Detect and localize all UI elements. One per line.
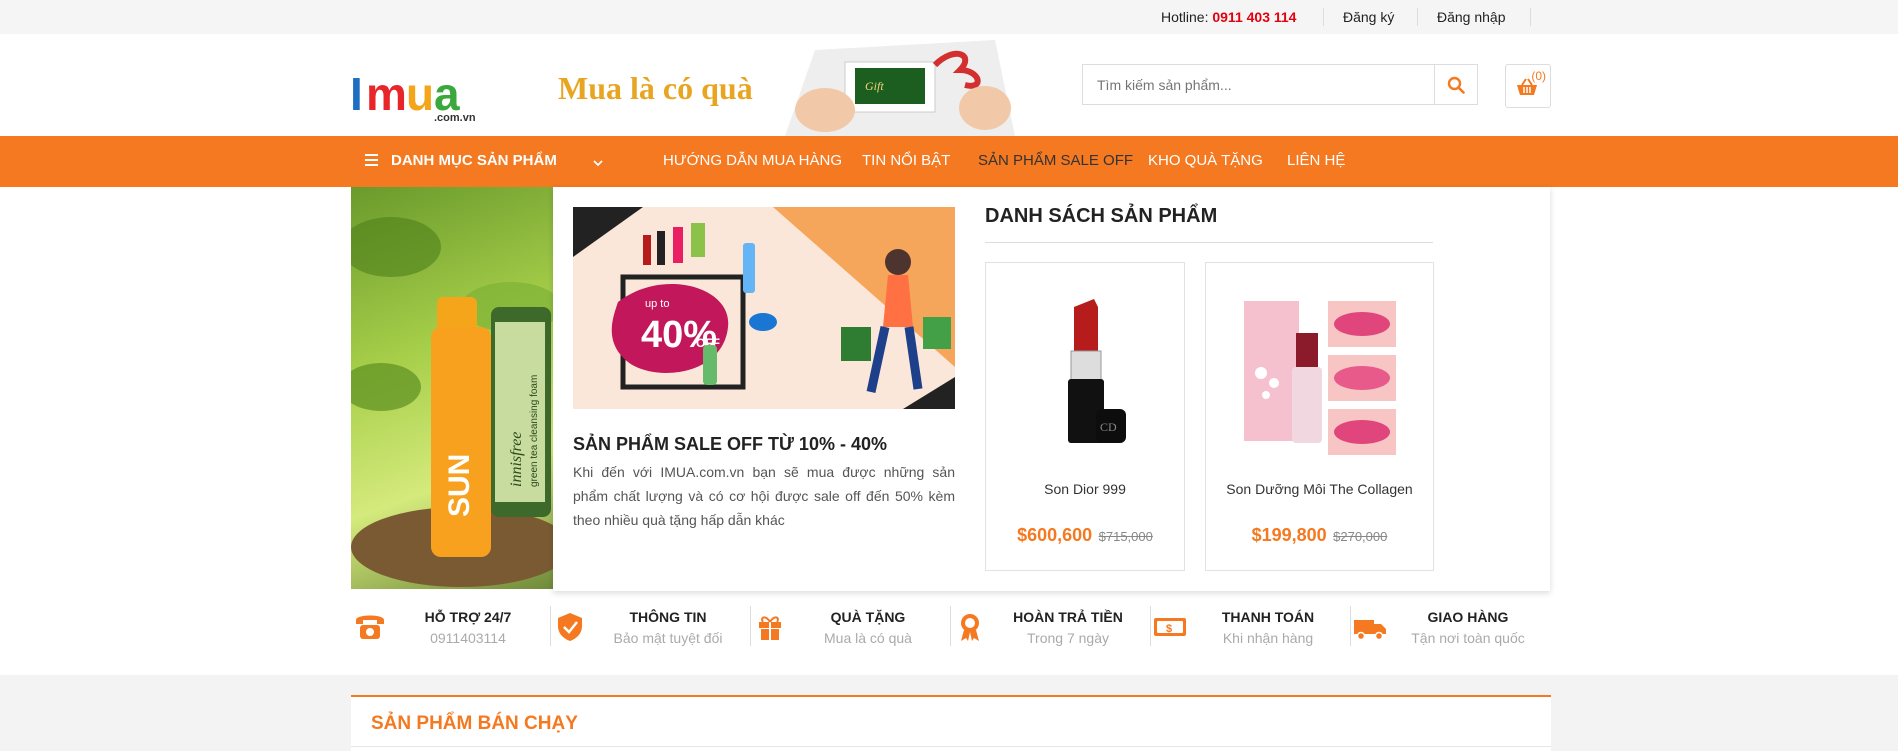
divider bbox=[351, 746, 1551, 747]
promo-title[interactable]: SẢN PHẨM SALE OFF TỪ 10% - 40% bbox=[573, 434, 887, 455]
svg-text:CD: CD bbox=[1100, 420, 1117, 434]
sale-banner[interactable]: up to 40% OFF bbox=[573, 207, 955, 409]
nav-link-news[interactable]: TIN NỔI BẬT bbox=[862, 152, 950, 169]
old-price: $270,000 bbox=[1333, 529, 1388, 544]
nav-link-gifts[interactable]: KHO QUÀ TẶNG bbox=[1148, 152, 1263, 169]
hotline: Hotline: 0911 403 114 bbox=[1161, 9, 1296, 25]
product-list-title: DANH SÁCH SẢN PHẨM bbox=[985, 205, 1218, 227]
logo-graphic: I m u a bbox=[350, 68, 460, 120]
top-bar: Hotline: 0911 403 114 Đăng ký Đăng nhập bbox=[0, 0, 1898, 34]
money-icon: $ bbox=[1154, 618, 1186, 636]
feature-title: THÔNG TIN bbox=[629, 609, 707, 625]
current-price: $199,800 bbox=[1251, 525, 1327, 545]
register-link[interactable]: Đăng ký bbox=[1343, 9, 1394, 25]
gift-label: Gift bbox=[865, 79, 884, 93]
promo-description: Khi đến với IMUA.com.vn bạn sẽ mua được … bbox=[573, 464, 955, 528]
feature-subtitle: Mua là có quà bbox=[824, 630, 912, 646]
banner-up-to: up to bbox=[645, 298, 669, 310]
hero-product-text: green tea cleansing foam bbox=[529, 375, 540, 487]
hero-brand-text: innisfree bbox=[508, 432, 525, 487]
product-price: $199,800 $270,000 bbox=[1206, 525, 1433, 546]
search-button[interactable] bbox=[1434, 65, 1477, 104]
nav-link-sale[interactable]: SẢN PHẨM SALE OFF bbox=[978, 152, 1133, 169]
basket-icon bbox=[1517, 78, 1537, 95]
slogan: Mua là có quà bbox=[558, 70, 753, 106]
product-image-collagen-lip bbox=[1244, 301, 1396, 455]
gift-icon bbox=[759, 616, 781, 640]
divider bbox=[1530, 8, 1531, 26]
feature-title: HỖ TRỢ 24/7 bbox=[424, 609, 512, 625]
feature-bar: HỖ TRỢ 24/7 0911403114 THÔNG TIN Bảo mật… bbox=[351, 600, 1551, 650]
product-name[interactable]: Son Dior 999 bbox=[986, 481, 1184, 497]
hero-graphic: innisfree green tea cleansing foam SUN bbox=[351, 217, 553, 587]
old-price: $715,000 bbox=[1098, 529, 1153, 544]
hotline-number[interactable]: 0911 403 114 bbox=[1212, 9, 1296, 25]
menu-icon bbox=[365, 154, 378, 166]
feature-title: GIAO HÀNG bbox=[1427, 609, 1509, 625]
feature-refund: HOÀN TRẢ TIỀN Trong 7 ngày bbox=[951, 600, 1151, 650]
current-price: $600,600 bbox=[1017, 525, 1093, 545]
divider bbox=[1323, 8, 1324, 26]
feature-subtitle: 0911403114 bbox=[430, 630, 506, 646]
product-card[interactable]: CD Son Dior 999 $600,600 $715,000 bbox=[985, 262, 1185, 571]
award-icon bbox=[961, 614, 979, 641]
svg-text:I: I bbox=[350, 70, 363, 114]
logo-domain: .com.vn bbox=[434, 112, 476, 124]
feature-gift: QUÀ TẶNG Mua là có quà bbox=[751, 600, 951, 650]
hero-sun-text: SUN bbox=[443, 454, 476, 517]
feature-support: HỖ TRỢ 24/7 0911403114 bbox=[351, 600, 551, 650]
hero-product-image[interactable]: innisfree green tea cleansing foam SUN bbox=[351, 187, 553, 589]
truck-icon bbox=[1354, 620, 1386, 641]
search-icon bbox=[1447, 76, 1465, 94]
login-link[interactable]: Đăng nhập bbox=[1437, 9, 1506, 25]
nav-link-contact[interactable]: LIÊN HỆ bbox=[1287, 152, 1345, 169]
feature-subtitle: Trong 7 ngày bbox=[1027, 630, 1109, 646]
category-menu[interactable]: DANH MỤC SẢN PHẨM bbox=[391, 152, 557, 169]
shield-icon bbox=[558, 613, 582, 641]
feature-subtitle: Tận nơi toàn quốc bbox=[1411, 630, 1525, 646]
hotline-label: Hotline: bbox=[1161, 9, 1209, 25]
bestsellers-title[interactable]: SẢN PHẨM BÁN CHẠY bbox=[371, 713, 578, 735]
search-input[interactable] bbox=[1083, 65, 1433, 104]
feature-title: THANH TOÁN bbox=[1221, 609, 1315, 625]
product-card[interactable]: Son Dưỡng Môi The Collagen $199,800 $270… bbox=[1205, 262, 1434, 571]
feature-subtitle: Khi nhận hàng bbox=[1222, 630, 1314, 646]
svg-text:$: $ bbox=[1166, 623, 1172, 635]
feature-title: QUÀ TẶNG bbox=[830, 609, 906, 625]
svg-text:u: u bbox=[406, 70, 434, 114]
product-image-dior-lipstick: CD bbox=[1068, 299, 1126, 443]
chevron-down-icon[interactable] bbox=[593, 158, 603, 168]
feature-subtitle: Bảo mật tuyệt đối bbox=[613, 630, 723, 646]
divider bbox=[985, 242, 1433, 243]
svg-text:m: m bbox=[366, 70, 407, 114]
gift-box-image: Gift bbox=[785, 40, 1015, 136]
cart-button[interactable]: (0) bbox=[1505, 64, 1551, 108]
phone-icon bbox=[356, 615, 384, 639]
feature-payment: $ THANH TOÁN Khi nhận hàng bbox=[1151, 600, 1351, 650]
sale-banner-graphic: up to 40% OFF bbox=[573, 207, 955, 409]
feature-delivery: GIAO HÀNG Tận nơi toàn quốc bbox=[1351, 600, 1551, 650]
product-name[interactable]: Son Dưỡng Môi The Collagen bbox=[1206, 481, 1433, 497]
bestsellers-section: SẢN PHẨM BÁN CHẠY bbox=[351, 695, 1551, 751]
main-nav: DANH MỤC SẢN PHẨM HƯỚNG DẪN MUA HÀNG TIN… bbox=[0, 136, 1898, 187]
feature-title: HOÀN TRẢ TIỀN bbox=[1013, 609, 1123, 625]
nav-link-guide[interactable]: HƯỚNG DẪN MUA HÀNG bbox=[663, 152, 842, 169]
product-price: $600,600 $715,000 bbox=[986, 525, 1184, 546]
site-logo[interactable]: I m u a .com.vn bbox=[350, 40, 480, 124]
svg-text:a: a bbox=[434, 70, 460, 114]
divider bbox=[1417, 8, 1418, 26]
search-box bbox=[1082, 64, 1478, 105]
feature-security: THÔNG TIN Bảo mật tuyệt đối bbox=[551, 600, 751, 650]
